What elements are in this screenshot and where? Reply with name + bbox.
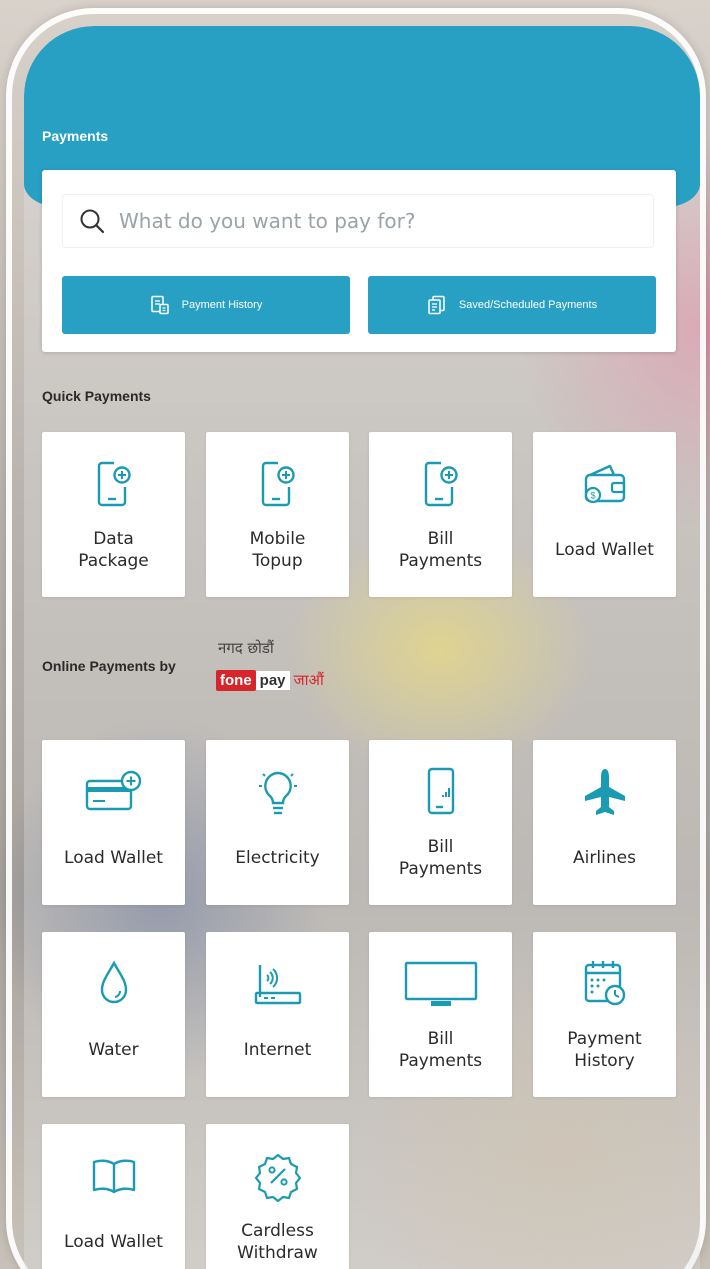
online-tile-cardless-withdraw[interactable]: Cardless Withdraw — [206, 1124, 349, 1269]
online-tile-electricity[interactable]: Electricity — [206, 740, 349, 905]
saved-scheduled-label: Saved/Scheduled Payments — [458, 299, 598, 311]
discount-badge-icon — [254, 1153, 301, 1202]
search-input[interactable] — [119, 209, 619, 233]
app-screen: Payments Payment History — [24, 26, 700, 1269]
quick-tile-bill-payments[interactable]: Bill Payments — [369, 432, 512, 597]
quick-tile-load-wallet[interactable]: $ Load Wallet — [533, 432, 676, 597]
mobile-add-icon — [97, 461, 131, 507]
online-tile-bill-payments[interactable]: Bill Payments — [369, 740, 512, 905]
tv-icon — [404, 961, 477, 1006]
online-tile-load-wallet[interactable]: Load Wallet — [42, 740, 185, 905]
tile-label: Load Wallet — [555, 540, 654, 560]
online-tile-internet[interactable]: Internet — [206, 932, 349, 1097]
mobile-add-icon — [424, 461, 458, 507]
online-tile-water[interactable]: Water — [42, 932, 185, 1097]
quick-tile-mobile-topup[interactable]: Mobile Topup — [206, 432, 349, 597]
bulb-icon — [258, 771, 297, 815]
wallet-icon: $ — [584, 464, 625, 504]
tile-label: Bill Payments — [398, 529, 483, 571]
search-card: Payment History Saved/Scheduled Payments — [42, 170, 676, 352]
online-tile-load-wallet-2[interactable]: Load Wallet — [42, 1124, 185, 1269]
online-tile-airlines[interactable]: Airlines — [533, 740, 676, 905]
receipt-icon — [150, 295, 169, 315]
tile-label: Load Wallet — [64, 1232, 163, 1252]
tile-label: Electricity — [235, 848, 320, 868]
quick-tile-data-package[interactable]: Data Package — [42, 432, 185, 597]
saved-document-icon — [428, 295, 445, 315]
calendar-clock-icon — [584, 961, 625, 1006]
payment-history-button[interactable]: Payment History — [62, 276, 350, 334]
online-tile-payment-history[interactable]: Payment History — [533, 932, 676, 1097]
quick-payments-heading: Quick Payments — [42, 388, 151, 404]
svg-text:$: $ — [590, 491, 595, 501]
tile-label: Water — [88, 1040, 139, 1060]
card-add-icon — [85, 770, 141, 811]
tile-label: Load Wallet — [64, 848, 163, 868]
brand-tagline-top: नगद छोडौं — [218, 639, 274, 657]
router-icon — [254, 965, 301, 1005]
mobile-add-icon — [261, 461, 295, 507]
search-box[interactable] — [62, 194, 654, 248]
saved-scheduled-payments-button[interactable]: Saved/Scheduled Payments — [368, 276, 656, 334]
tile-label: Internet — [243, 1040, 312, 1060]
airplane-icon — [584, 769, 625, 815]
tile-label: Payment History — [567, 1029, 642, 1071]
fonepay-logo: नगद छोडौं fone pay जाऔं — [214, 638, 354, 700]
tile-label: Cardless Withdraw — [237, 1221, 318, 1263]
mobile-signal-icon — [427, 767, 454, 815]
tile-label: Data Package — [78, 529, 149, 571]
brand-fone: fone — [216, 669, 256, 691]
search-icon — [80, 209, 105, 234]
page-title: Payments — [42, 128, 109, 144]
online-tile-bill-payments-tv[interactable]: Bill Payments — [369, 932, 512, 1097]
tile-label: Bill Payments — [398, 1029, 483, 1071]
tile-label: Bill Payments — [398, 837, 483, 879]
payment-history-label: Payment History — [181, 299, 263, 311]
book-icon — [92, 1159, 135, 1194]
online-payments-heading: Online Payments by — [42, 658, 176, 674]
brand-pay: pay — [255, 670, 290, 690]
tile-label: Mobile Topup — [249, 529, 306, 571]
brand-tagline-bottom: जाऔं — [293, 671, 324, 689]
tile-label: Airlines — [573, 848, 636, 868]
water-drop-icon — [100, 960, 127, 1004]
